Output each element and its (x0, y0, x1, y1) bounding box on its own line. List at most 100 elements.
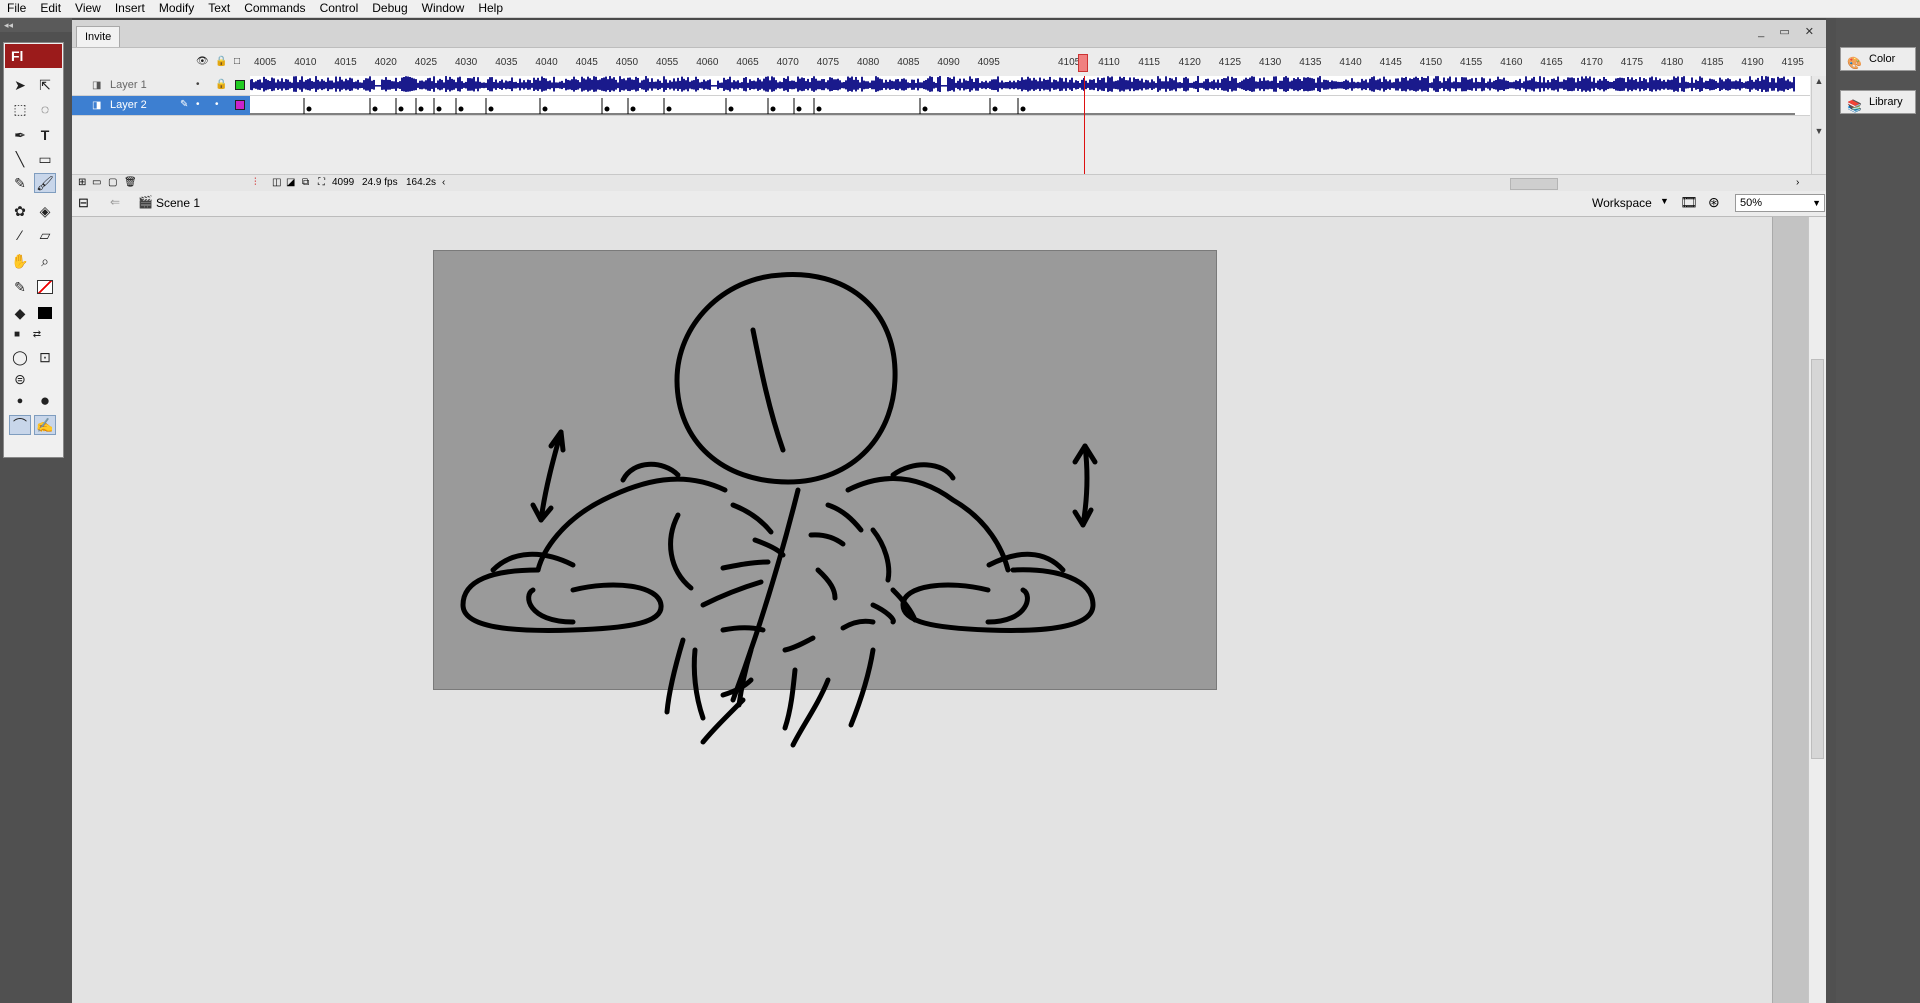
line-tool-icon[interactable]: ╲ (9, 149, 31, 169)
timeline-vertical-scrollbar[interactable]: ▲ ▼ (1811, 76, 1826, 174)
layer-1-frames[interactable] (249, 76, 1810, 96)
menu-commands[interactable]: Commands (237, 0, 312, 16)
stroke-color-swatch[interactable] (34, 277, 56, 297)
zoom-select[interactable]: 50% ▼ (1735, 194, 1825, 212)
delete-layer-icon[interactable]: 🗑 (124, 177, 137, 188)
frame-number: 4025 (414, 57, 438, 68)
keyframe-dot (796, 106, 802, 112)
fill-color-swatch[interactable] (34, 303, 56, 323)
timeline-toggle-icon[interactable]: ⊟ (78, 195, 89, 211)
fill-color-icon[interactable]: ◆ (9, 303, 31, 323)
onion-skin-icon[interactable]: ◫ (272, 177, 281, 188)
layer-outline-color[interactable] (235, 80, 245, 90)
timeline-footer: ⊞ ▭ ▢ 🗑 ⫶ ◫ ◪ ⧉ ⛶ 4099 24.9 fps 164.2s ‹… (72, 174, 1826, 191)
layer-row-2[interactable]: ◨ Layer 2 ✎ • • (72, 96, 250, 116)
object-drawing-icon[interactable]: ◯ (9, 347, 31, 367)
panel-label: Library (1869, 96, 1903, 108)
menu-window[interactable]: Window (415, 0, 472, 16)
swap-colors-icon[interactable]: ⇄ (26, 324, 48, 344)
layer-name[interactable]: Layer 1 (110, 79, 147, 91)
menu-control[interactable]: Control (313, 0, 366, 16)
edit-scene-icon[interactable]: 🎞 (1680, 194, 1698, 211)
menu-view[interactable]: View (68, 0, 108, 16)
layer-name[interactable]: Layer 2 (110, 99, 147, 111)
lasso-tool-icon[interactable]: ◌ (34, 99, 56, 119)
frame-number: 4035 (495, 57, 518, 68)
frame-number: 4125 (1218, 57, 1242, 68)
menu-modify[interactable]: Modify (152, 0, 201, 16)
onion-outline-icon[interactable]: ◪ (286, 177, 295, 188)
hand-tool-icon[interactable]: ✋ (9, 251, 31, 271)
brush-tilt-icon[interactable]: ✍ (34, 415, 56, 435)
workspace-menu[interactable]: Workspace (1592, 196, 1652, 210)
onion-markers-icon[interactable]: ⛶ (318, 177, 325, 188)
rectangle-tool-icon[interactable]: ▭ (34, 149, 56, 169)
frame-number: 4140 (1339, 57, 1362, 68)
layer-outline-color[interactable] (235, 100, 245, 110)
layer-visible-dot[interactable]: • (196, 99, 200, 110)
layer-2-frames[interactable] (250, 96, 1810, 116)
stage-vertical-scrollbar[interactable] (1808, 217, 1827, 1003)
subselection-tool-icon[interactable]: ⇱ (34, 75, 56, 95)
frame-rate: 24.9 fps (362, 177, 398, 188)
brush-mode-icon[interactable]: ⊜ (9, 369, 31, 389)
text-tool-icon[interactable]: T (34, 125, 56, 145)
color-panel-button[interactable]: 🎨 Color (1840, 47, 1916, 71)
brush-pressure-icon[interactable]: ⌒ (9, 415, 31, 435)
center-frame-icon[interactable]: ⫶ (254, 177, 257, 188)
paint-bucket-tool-icon[interactable]: ◈ (34, 201, 56, 221)
layer-lock-dot[interactable]: • (215, 99, 219, 110)
add-layer-folder-icon[interactable]: ▢ (108, 177, 117, 188)
default-colors-icon[interactable]: ■ (6, 324, 28, 344)
playhead-marker[interactable] (1078, 54, 1088, 72)
window-buttons[interactable]: _ ▭ ✕ (1758, 25, 1820, 38)
lock-fill-icon[interactable]: ⊡ (34, 347, 56, 367)
back-arrow-icon[interactable]: ⇐ (110, 195, 120, 209)
library-panel-button[interactable]: 📚 Library (1840, 90, 1916, 114)
eraser-tool-icon[interactable]: ▱ (34, 225, 56, 245)
lock-all-icon[interactable]: 🔒 (215, 56, 227, 67)
stage-pasteboard[interactable] (72, 217, 1808, 1003)
menu-file[interactable]: File (0, 0, 33, 16)
deco-tool-icon[interactable]: ✿ (9, 201, 31, 221)
scroll-left-icon[interactable]: ‹ (442, 177, 445, 188)
new-layer-icon[interactable]: ⊞ (78, 177, 86, 188)
menu-insert[interactable]: Insert (108, 0, 152, 16)
timeline-panel: 👁 🔒 □ 4005 4010 4015 4020 4025 4030 4035 4040 40… (72, 48, 1826, 191)
frame-number: 4005 (254, 57, 277, 68)
menu-edit[interactable]: Edit (33, 0, 68, 16)
brush-tool-icon[interactable]: 🖌 (34, 173, 56, 193)
frame-number: 4070 (776, 57, 799, 68)
free-transform-tool-icon[interactable]: ⬚ (9, 99, 31, 119)
layer-row-1[interactable]: ◨ Layer 1 • 🔒 (72, 76, 250, 96)
show-hide-all-icon[interactable]: 👁 (196, 56, 209, 67)
scene-name[interactable]: Scene 1 (156, 196, 200, 210)
frame-number: 4180 (1661, 57, 1684, 68)
menu-text[interactable]: Text (201, 0, 237, 16)
timeline-horizontal-scroll-thumb[interactable] (1510, 178, 1558, 190)
scroll-right-icon[interactable]: › (1796, 177, 1799, 188)
outline-all-icon[interactable]: □ (234, 56, 240, 67)
lock-icon[interactable]: 🔒 (215, 79, 227, 90)
brush-shape-icon[interactable]: ● (34, 391, 56, 411)
frame-ruler[interactable]: 4005 4010 4015 4020 4025 4030 4035 4040 4045 4050… (250, 48, 1810, 77)
brush-size-small-icon[interactable]: ● (9, 391, 31, 411)
menu-debug[interactable]: Debug (365, 0, 414, 16)
stroke-color-icon[interactable]: ✎ (9, 277, 31, 297)
collapse-tools-button[interactable]: ◂◂ (0, 18, 72, 32)
document-tab[interactable]: Invite (76, 26, 121, 47)
eyedropper-tool-icon[interactable]: ⁄ (9, 225, 31, 245)
edit-symbols-icon[interactable]: ⊛ (1708, 194, 1720, 211)
selection-tool-icon[interactable]: ➤ (9, 75, 31, 95)
frame-number: 4060 (696, 57, 719, 68)
new-folder-icon[interactable]: ▭ (92, 177, 101, 188)
character-sketch[interactable] (433, 250, 1217, 770)
stage-scroll-thumb[interactable] (1811, 359, 1824, 759)
pencil-tool-icon[interactable]: ✎ (9, 173, 31, 193)
collapsed-panels: 🎨 Color 📚 Library (1836, 18, 1920, 1003)
zoom-tool-icon[interactable]: ⌕ (34, 251, 56, 271)
menu-help[interactable]: Help (471, 0, 510, 16)
pen-tool-icon[interactable]: ✒ (9, 125, 31, 145)
edit-multiple-frames-icon[interactable]: ⧉ (302, 177, 309, 188)
layer-visible-dot[interactable]: • (196, 79, 200, 90)
